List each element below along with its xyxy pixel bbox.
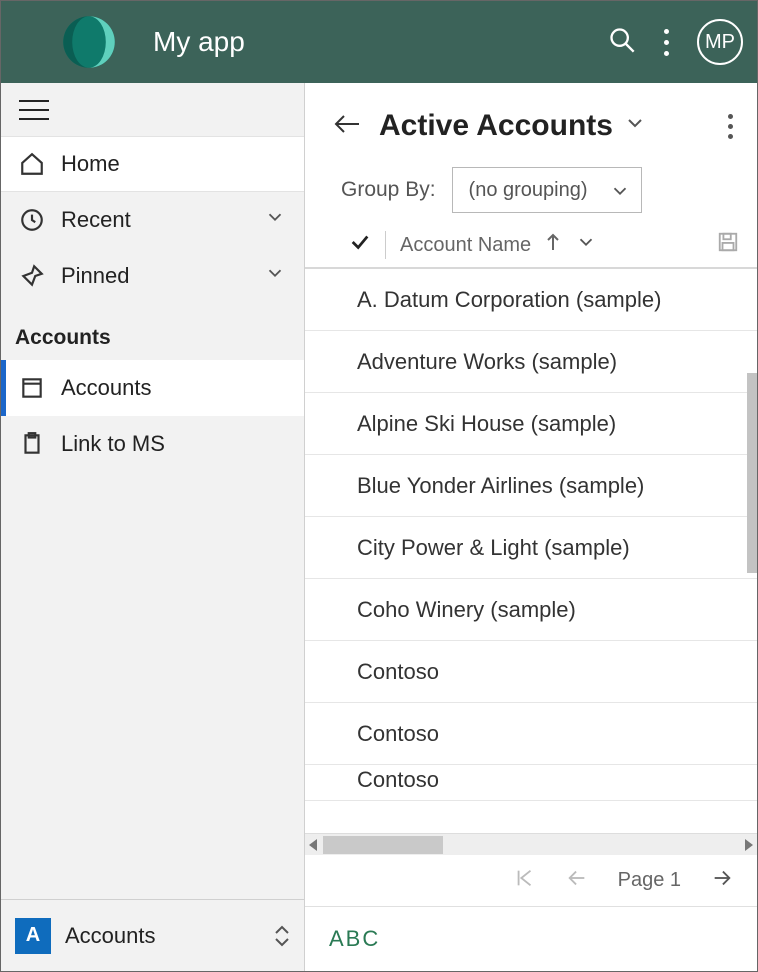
area-switcher[interactable]: A Accounts	[1, 899, 304, 971]
sidebar-item-label: Home	[61, 151, 120, 177]
pin-icon	[19, 263, 45, 289]
chevron-down-icon	[623, 109, 647, 143]
cell-account-name: City Power & Light (sample)	[357, 535, 630, 561]
groupby-select[interactable]: (no grouping)	[452, 167, 642, 213]
cell-account-name: A. Datum Corporation (sample)	[357, 287, 661, 313]
list-row[interactable]: Contoso	[305, 765, 757, 801]
app-header: My app MP	[1, 1, 757, 83]
sidebar-item-label: Pinned	[61, 263, 130, 289]
chevron-down-icon[interactable]	[575, 231, 597, 259]
chevron-down-icon	[264, 262, 286, 290]
list-row[interactable]: Adventure Works (sample)	[305, 331, 757, 393]
next-page-button[interactable]	[711, 867, 733, 895]
vertical-scrollbar-thumb[interactable]	[747, 373, 757, 573]
chevron-down-icon	[609, 180, 631, 208]
view-title-text: Active Accounts	[379, 109, 613, 143]
app-title: My app	[153, 26, 245, 58]
horizontal-scrollbar[interactable]	[305, 833, 757, 855]
search-icon[interactable]	[608, 26, 636, 59]
list-row[interactable]: City Power & Light (sample)	[305, 517, 757, 579]
clock-icon	[19, 207, 45, 233]
list-row[interactable]: Coho Winery (sample)	[305, 579, 757, 641]
groupby-value: (no grouping)	[469, 179, 588, 202]
chevron-down-icon	[264, 206, 286, 234]
sidebar: Home Recent Pinned Accounts A	[1, 83, 305, 971]
home-icon	[19, 151, 45, 177]
sidebar-item-pinned[interactable]: Pinned	[1, 248, 304, 304]
scroll-left-icon[interactable]	[309, 839, 317, 851]
sidebar-item-label: Link to MS	[61, 431, 165, 457]
user-avatar[interactable]: MP	[697, 19, 743, 65]
column-header-account-name[interactable]: Account Name	[400, 234, 531, 257]
area-tile: A	[15, 918, 51, 954]
records-list: A. Datum Corporation (sample) Adventure …	[305, 269, 757, 833]
cell-account-name: Contoso	[357, 721, 439, 747]
cell-account-name: Adventure Works (sample)	[357, 349, 617, 375]
sidebar-item-home[interactable]: Home	[1, 136, 304, 192]
alpha-index-label: ABC	[329, 926, 380, 952]
back-button[interactable]	[333, 112, 361, 141]
prev-page-button[interactable]	[566, 867, 588, 895]
column-header-row: Account Name	[305, 223, 757, 269]
sidebar-item-label: Accounts	[61, 375, 152, 401]
list-row[interactable]: Alpine Ski House (sample)	[305, 393, 757, 455]
save-icon[interactable]	[717, 231, 739, 259]
view-more-icon[interactable]	[728, 114, 739, 139]
main-content: Active Accounts Group By: (no grouping) …	[305, 83, 757, 971]
sidebar-item-accounts[interactable]: Accounts	[1, 360, 304, 416]
view-title[interactable]: Active Accounts	[379, 109, 647, 143]
first-page-button[interactable]	[514, 867, 536, 895]
cell-account-name: Contoso	[357, 767, 439, 793]
sidebar-section-label: Accounts	[1, 304, 304, 360]
app-logo	[61, 14, 117, 70]
cell-account-name: Alpine Ski House (sample)	[357, 411, 616, 437]
sidebar-item-label: Recent	[61, 207, 131, 233]
chevron-updown-icon	[274, 925, 290, 947]
list-row[interactable]: Contoso	[305, 703, 757, 765]
page-label: Page 1	[618, 869, 681, 892]
cell-account-name: Blue Yonder Airlines (sample)	[357, 473, 644, 499]
pager: Page 1	[305, 855, 757, 907]
list-row[interactable]: Blue Yonder Airlines (sample)	[305, 455, 757, 517]
hamburger-icon[interactable]	[1, 83, 304, 136]
list-row[interactable]: Contoso	[305, 641, 757, 703]
more-menu-icon[interactable]	[664, 29, 669, 56]
sidebar-item-link-to-ms[interactable]: Link to MS	[1, 416, 304, 472]
alpha-index[interactable]: ABC	[305, 907, 757, 971]
area-name: Accounts	[65, 923, 156, 949]
select-all-checkbox[interactable]	[349, 231, 371, 259]
sidebar-item-recent[interactable]: Recent	[1, 192, 304, 248]
cell-account-name: Contoso	[357, 659, 439, 685]
cell-account-name: Coho Winery (sample)	[357, 597, 576, 623]
divider	[385, 231, 386, 259]
accounts-icon	[19, 375, 45, 401]
list-row[interactable]: A. Datum Corporation (sample)	[305, 269, 757, 331]
scroll-right-icon[interactable]	[745, 839, 753, 851]
sort-ascending-icon	[545, 233, 561, 257]
scrollbar-thumb[interactable]	[323, 836, 443, 854]
clipboard-icon	[19, 431, 45, 457]
groupby-label: Group By:	[341, 178, 436, 202]
